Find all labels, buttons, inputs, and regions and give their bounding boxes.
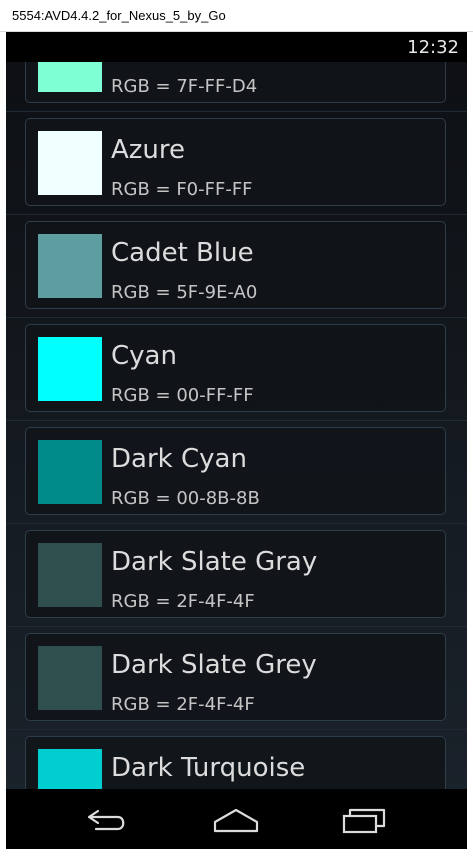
list-item[interactable]: Cyan RGB = 00-FF-FF [6, 318, 467, 421]
back-arrow-icon [87, 809, 125, 831]
color-rgb-value: RGB = 2F-4F-4F [111, 694, 255, 715]
recent-apps-icon [342, 808, 386, 834]
color-card: Cyan RGB = 00-FF-FF [25, 324, 446, 412]
color-name: Cyan [111, 341, 177, 371]
color-card: Dark Turquoise [25, 736, 446, 789]
color-name: Cadet Blue [111, 238, 254, 268]
color-list[interactable]: RGB = 7F-FF-D4 Azure RGB = F0-FF-FF Cade… [6, 62, 467, 789]
list-item[interactable]: Dark Slate Gray RGB = 2F-4F-4F [6, 524, 467, 627]
back-button[interactable] [84, 805, 132, 835]
list-item[interactable]: RGB = 7F-FF-D4 [6, 62, 467, 112]
window-frame-bottom [0, 849, 473, 857]
color-rgb-value: RGB = 5F-9E-A0 [111, 282, 258, 303]
color-rgb-value: RGB = F0-FF-FF [111, 179, 253, 200]
status-bar: 12:32 [6, 32, 467, 62]
color-name: Dark Slate Gray [111, 547, 318, 577]
color-card: RGB = 7F-FF-D4 [25, 62, 446, 103]
status-clock: 12:32 [407, 37, 459, 58]
color-swatch [38, 337, 102, 401]
color-swatch [38, 646, 102, 710]
home-button[interactable] [212, 805, 260, 835]
color-name: Dark Cyan [111, 444, 247, 474]
list-item[interactable]: Cadet Blue RGB = 5F-9E-A0 [6, 215, 467, 318]
color-swatch [38, 749, 102, 789]
recent-apps-button[interactable] [340, 805, 388, 835]
color-rgb-value: RGB = 00-FF-FF [111, 385, 254, 406]
color-swatch [38, 62, 102, 92]
color-card: Azure RGB = F0-FF-FF [25, 118, 446, 206]
list-item[interactable]: Dark Turquoise [6, 730, 467, 789]
color-card: Dark Slate Grey RGB = 2F-4F-4F [25, 633, 446, 721]
navigation-bar [6, 789, 467, 849]
color-rgb-value: RGB = 2F-4F-4F [111, 591, 255, 612]
color-card: Cadet Blue RGB = 5F-9E-A0 [25, 221, 446, 309]
color-name: Azure [111, 135, 186, 165]
list-item[interactable]: Dark Cyan RGB = 00-8B-8B [6, 421, 467, 524]
list-item[interactable]: Azure RGB = F0-FF-FF [6, 112, 467, 215]
list-item[interactable]: Dark Slate Grey RGB = 2F-4F-4F [6, 627, 467, 730]
color-name: Dark Slate Grey [111, 650, 317, 680]
window-frame-right [467, 32, 473, 857]
emulator-title-bar: 5554:AVD4.4.2_for_Nexus_5_by_Go [0, 0, 473, 32]
color-swatch [38, 234, 102, 298]
color-rgb-value: RGB = 00-8B-8B [111, 488, 260, 509]
home-icon [213, 808, 259, 833]
color-swatch [38, 543, 102, 607]
color-card: Dark Slate Gray RGB = 2F-4F-4F [25, 530, 446, 618]
color-list-content: RGB = 7F-FF-D4 Azure RGB = F0-FF-FF Cade… [6, 62, 467, 789]
color-swatch [38, 440, 102, 504]
color-swatch [38, 131, 102, 195]
color-card: Dark Cyan RGB = 00-8B-8B [25, 427, 446, 515]
window-title: 5554:AVD4.4.2_for_Nexus_5_by_Go [12, 8, 226, 23]
color-rgb-value: RGB = 7F-FF-D4 [111, 76, 258, 97]
device-screen: 12:32 RGB = 7F-FF-D4 Azure RGB = F0-FF-F… [6, 32, 467, 849]
color-name: Dark Turquoise [111, 753, 306, 783]
